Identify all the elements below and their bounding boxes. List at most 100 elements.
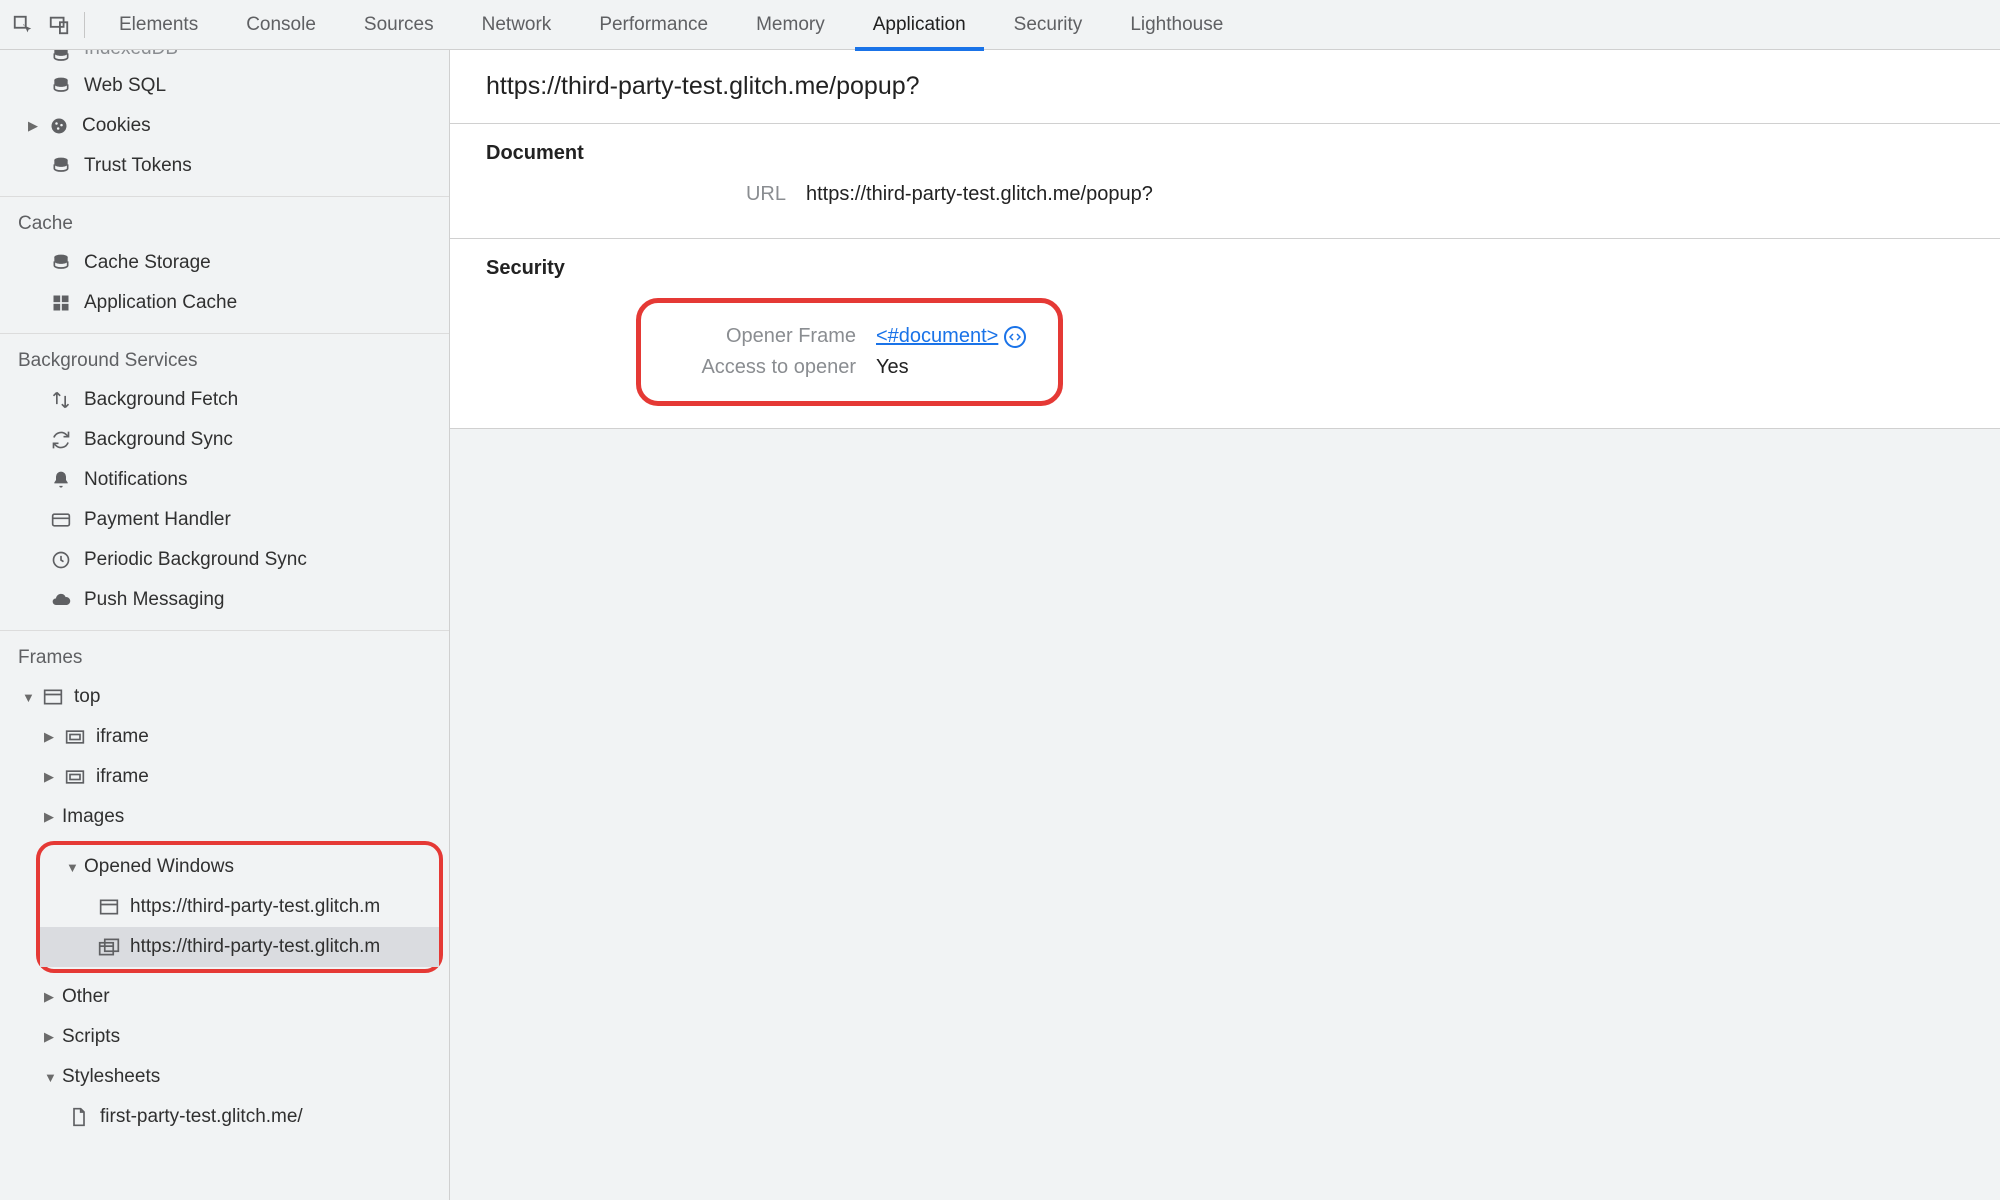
label: Background Fetch <box>84 389 238 411</box>
sidebar-item-application-cache[interactable]: Application Cache <box>0 283 449 323</box>
sidebar-item-bg-fetch[interactable]: Background Fetch <box>0 380 449 420</box>
tab-separator <box>84 12 85 38</box>
tab-lighthouse[interactable]: Lighthouse <box>1106 0 1247 50</box>
frames-tree-images[interactable]: ▶ Images <box>0 797 449 837</box>
sidebar-section-bg-services: Background Services <box>0 334 449 380</box>
frames-tree-opened-windows[interactable]: ▼ Opened Windows <box>40 847 439 887</box>
frames-tree-stylesheets[interactable]: ▼ Stylesheets <box>0 1057 449 1097</box>
tab-memory[interactable]: Memory <box>732 0 849 50</box>
detail-title: https://third-party-test.glitch.me/popup… <box>450 50 2000 124</box>
kv-label-access: Access to opener <box>651 356 876 379</box>
devtools-tabbar: Elements Console Sources Network Perform… <box>0 0 2000 50</box>
label: Trust Tokens <box>84 155 192 177</box>
sidebar-item-indexeddb[interactable]: IndexedDB <box>0 50 449 66</box>
frames-tree-iframe-2[interactable]: ▶ iframe <box>0 757 449 797</box>
reveal-in-elements-icon[interactable] <box>1004 326 1026 348</box>
label: iframe <box>96 726 149 748</box>
tab-security[interactable]: Security <box>990 0 1107 50</box>
database-icon <box>48 50 74 68</box>
label: Notifications <box>84 469 188 491</box>
sidebar-item-cache-storage[interactable]: Cache Storage <box>0 243 449 283</box>
sidebar-item-cookies[interactable]: ▶ Cookies <box>0 106 449 146</box>
label: https://third-party-test.glitch.m <box>130 896 380 918</box>
sync-icon <box>48 427 74 453</box>
label: Cookies <box>82 115 151 137</box>
kv-value-url: https://third-party-test.glitch.me/popup… <box>806 183 1153 206</box>
frames-tree-window-2[interactable]: https://third-party-test.glitch.m <box>40 927 439 967</box>
database-icon <box>48 153 74 179</box>
label: https://third-party-test.glitch.m <box>130 936 380 958</box>
frames-tree-top[interactable]: ▼ top <box>0 677 449 717</box>
expand-arrow-icon[interactable]: ▶ <box>44 729 60 745</box>
inspect-icon[interactable] <box>8 10 38 40</box>
detail-pane: https://third-party-test.glitch.me/popup… <box>450 50 2000 1200</box>
sidebar-item-payment-handler[interactable]: Payment Handler <box>0 500 449 540</box>
tab-console[interactable]: Console <box>222 0 340 50</box>
tab-application[interactable]: Application <box>849 0 990 50</box>
application-sidebar: IndexedDB Web SQL ▶ Cookies Trust Tokens… <box>0 50 450 1200</box>
frames-tree-window-1[interactable]: https://third-party-test.glitch.m <box>40 887 439 927</box>
label: first-party-test.glitch.me/ <box>100 1106 303 1128</box>
collapse-arrow-icon[interactable]: ▼ <box>44 1070 60 1085</box>
label: top <box>74 686 100 708</box>
window-icon <box>40 686 66 708</box>
label: IndexedDB <box>84 50 178 60</box>
label: Payment Handler <box>84 509 231 531</box>
grid-icon <box>48 290 74 316</box>
tab-network[interactable]: Network <box>458 0 576 50</box>
cookie-icon <box>46 113 72 139</box>
sidebar-item-bg-sync[interactable]: Background Sync <box>0 420 449 460</box>
tab-performance[interactable]: Performance <box>575 0 732 50</box>
sidebar-item-websql[interactable]: Web SQL <box>0 66 449 106</box>
kv-label-url: URL <box>636 183 806 206</box>
sidebar-item-periodic-sync[interactable]: Periodic Background Sync <box>0 540 449 580</box>
label: Images <box>62 806 124 828</box>
label: Push Messaging <box>84 589 224 611</box>
sidebar-item-notifications[interactable]: Notifications <box>0 460 449 500</box>
expand-arrow-icon[interactable]: ▶ <box>44 809 60 825</box>
label: Stylesheets <box>62 1066 160 1088</box>
label: Cache Storage <box>84 252 211 274</box>
label: Web SQL <box>84 75 166 97</box>
window-icon <box>96 896 122 918</box>
callout-security-fields: Opener Frame <#document> Access to opene… <box>636 298 1063 406</box>
database-icon <box>48 73 74 99</box>
callout-opened-windows: ▼ Opened Windows https://third-party-tes… <box>36 841 443 973</box>
detail-block-document: Document URL https://third-party-test.gl… <box>450 124 2000 239</box>
clock-icon <box>48 547 74 573</box>
label: iframe <box>96 766 149 788</box>
tab-sources[interactable]: Sources <box>340 0 458 50</box>
sidebar-section-cache: Cache <box>0 197 449 243</box>
opener-frame-link[interactable]: <#document> <box>876 325 998 348</box>
kv-label-opener: Opener Frame <box>651 325 876 348</box>
transfer-icon <box>48 387 74 413</box>
sidebar-item-push-messaging[interactable]: Push Messaging <box>0 580 449 620</box>
sidebar-item-trust-tokens[interactable]: Trust Tokens <box>0 146 449 186</box>
kv-value-access: Yes <box>876 356 909 379</box>
expand-arrow-icon[interactable]: ▶ <box>44 769 60 785</box>
detail-block-security: Security Opener Frame <#document> Access… <box>450 239 2000 429</box>
database-icon <box>48 250 74 276</box>
label: Background Sync <box>84 429 233 451</box>
frames-tree-scripts[interactable]: ▶ Scripts <box>0 1017 449 1057</box>
file-icon <box>66 1106 92 1128</box>
collapse-arrow-icon[interactable]: ▼ <box>66 860 82 875</box>
frames-tree-stylesheet-file[interactable]: first-party-test.glitch.me/ <box>0 1097 449 1137</box>
device-toggle-icon[interactable] <box>44 10 74 40</box>
frames-tree-other[interactable]: ▶ Other <box>0 977 449 1017</box>
label: Application Cache <box>84 292 237 314</box>
sidebar-section-frames: Frames <box>0 631 449 677</box>
label: Periodic Background Sync <box>84 549 307 571</box>
tab-elements[interactable]: Elements <box>95 0 222 50</box>
card-icon <box>48 507 74 533</box>
expand-arrow-icon[interactable]: ▶ <box>44 1029 60 1045</box>
windows-icon <box>96 936 122 958</box>
block-heading: Security <box>486 257 1964 280</box>
iframe-icon <box>62 726 88 748</box>
cloud-icon <box>48 587 74 613</box>
collapse-arrow-icon[interactable]: ▼ <box>22 690 38 705</box>
expand-arrow-icon[interactable]: ▶ <box>28 118 42 134</box>
iframe-icon <box>62 766 88 788</box>
frames-tree-iframe-1[interactable]: ▶ iframe <box>0 717 449 757</box>
expand-arrow-icon[interactable]: ▶ <box>44 989 60 1005</box>
